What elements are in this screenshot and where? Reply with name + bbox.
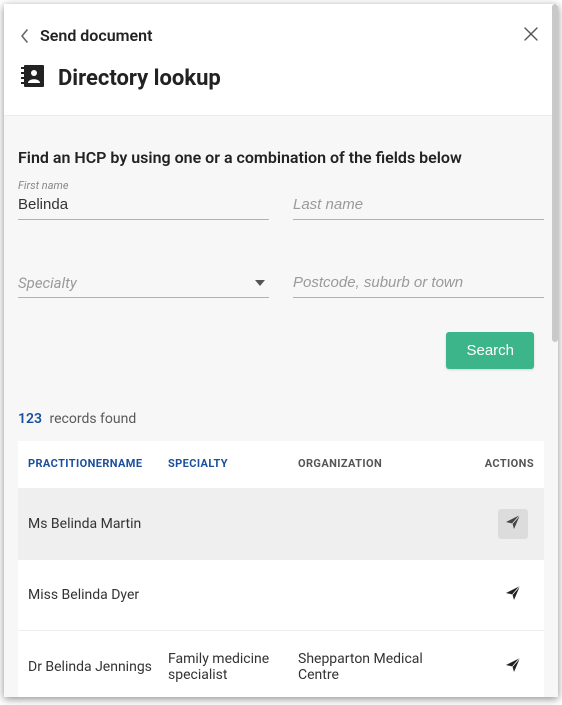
results-count-label: records found xyxy=(49,411,136,427)
table-row[interactable]: Miss Belinda Dyer xyxy=(18,559,544,630)
col-actions: ACTIONS xyxy=(464,457,534,470)
cell-practitioner: Dr Belinda Jennings xyxy=(28,659,168,675)
col-organization: ORGANIZATION xyxy=(298,457,464,470)
page-title: Directory lookup xyxy=(58,66,221,91)
back-label: Send document xyxy=(40,26,152,45)
specialty-placeholder: Specialty xyxy=(18,274,77,292)
first-name-label: First name xyxy=(18,179,269,192)
caret-down-icon xyxy=(255,280,265,286)
col-practitioner[interactable]: PRACTITIONERNAME xyxy=(28,457,168,470)
chevron-left-icon xyxy=(20,29,30,43)
back-button[interactable]: Send document xyxy=(20,26,152,45)
search-button[interactable]: Search xyxy=(446,332,534,369)
table-row[interactable]: Dr Belinda Jennings Family medicine spec… xyxy=(18,630,544,697)
table-header: PRACTITIONERNAME SPECIALTY ORGANIZATION … xyxy=(18,441,544,488)
col-specialty[interactable]: SPECIALTY xyxy=(168,457,298,470)
close-icon xyxy=(524,26,538,45)
results-count-number: 123 xyxy=(18,411,42,427)
paper-plane-icon xyxy=(505,585,521,605)
table-row[interactable]: Ms Belinda Martin xyxy=(18,488,544,559)
first-name-field[interactable]: First name xyxy=(18,179,269,220)
location-field[interactable] xyxy=(293,272,544,298)
form-instructions: Find an HCP by using one or a combinatio… xyxy=(18,148,544,167)
first-name-input[interactable] xyxy=(18,194,269,215)
cell-practitioner: Ms Belinda Martin xyxy=(28,516,168,532)
cell-organization: Shepparton Medical Centre xyxy=(298,651,464,683)
send-button[interactable] xyxy=(498,509,528,539)
specialty-select[interactable]: Specialty xyxy=(18,272,269,298)
send-button[interactable] xyxy=(498,580,528,610)
close-button[interactable] xyxy=(520,22,542,49)
scrollbar[interactable] xyxy=(552,4,558,342)
paper-plane-icon xyxy=(505,514,521,534)
cell-practitioner: Miss Belinda Dyer xyxy=(28,587,168,603)
location-input[interactable] xyxy=(293,272,544,293)
last-name-input[interactable] xyxy=(293,194,544,215)
results-table: PRACTITIONERNAME SPECIALTY ORGANIZATION … xyxy=(18,441,544,697)
last-name-field[interactable] xyxy=(293,194,544,220)
paper-plane-icon xyxy=(505,657,521,677)
address-book-icon xyxy=(20,63,46,93)
send-button[interactable] xyxy=(498,652,528,682)
cell-specialty: Family medicine specialist xyxy=(168,651,298,683)
results-count: 123 records found xyxy=(18,411,544,427)
dialog-header: Send document Directory l xyxy=(4,4,558,116)
